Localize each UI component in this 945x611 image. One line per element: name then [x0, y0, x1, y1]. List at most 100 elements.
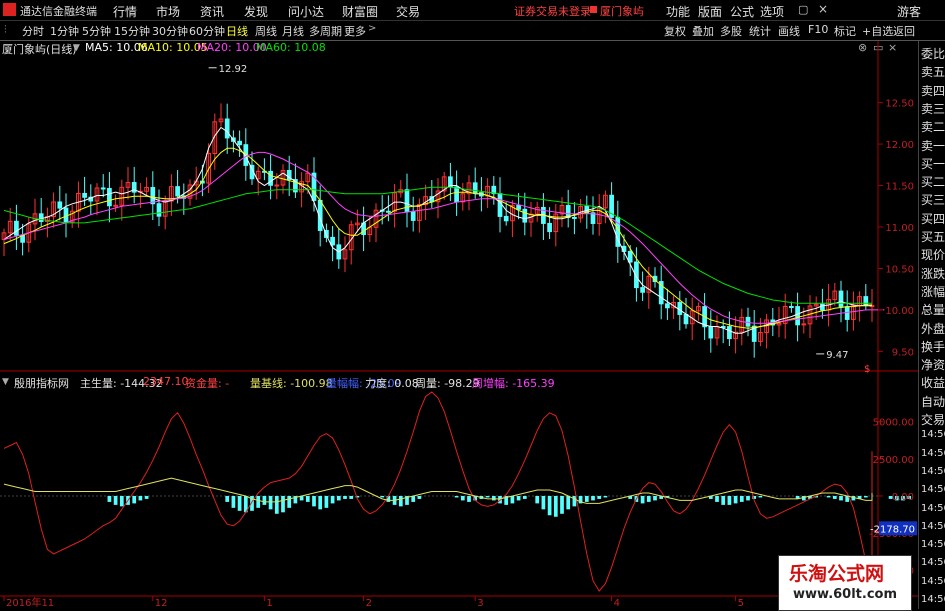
- volume-bar: [485, 495, 490, 498]
- volume-bar: [863, 495, 868, 498]
- chart-canvas[interactable]: 12.929.47$ 12.5012.0011.5011.0010.5010.0…: [0, 0, 918, 609]
- volume-bar: [454, 495, 459, 498]
- volume-bar: [572, 495, 577, 507]
- candle-body: [107, 187, 112, 207]
- side-item[interactable]: 总量: [921, 301, 945, 318]
- side-item[interactable]: 卖一: [921, 137, 945, 154]
- side-item[interactable]: 14:56: [921, 448, 945, 459]
- candle-body: [503, 215, 509, 222]
- candlestick-chart: 12.92 9.47 $: [1, 64, 885, 375]
- side-item[interactable]: 净资: [921, 356, 945, 373]
- side-item[interactable]: 委比: [921, 45, 945, 62]
- side-item[interactable]: 14:56: [921, 429, 945, 440]
- x-tick-label: 2: [366, 598, 372, 609]
- candle-body: [175, 186, 180, 197]
- quote-side-panel: 委比 卖五卖四 卖三 卖二卖一 买一 买二 买三买四 买五 现价涨跌 涨幅 总量外盘 换手 净资 收益自动…: [918, 41, 945, 609]
- volume-bar: [225, 495, 230, 502]
- side-item[interactable]: 买一: [921, 155, 945, 172]
- side-item[interactable]: 买五: [921, 228, 945, 245]
- candle-body: [410, 210, 416, 221]
- x-tick-label: 1: [266, 598, 272, 609]
- volume-bar: [721, 495, 726, 505]
- volume-bar: [715, 495, 719, 502]
- side-item[interactable]: 收益: [921, 374, 945, 391]
- side-item[interactable]: 卖二: [921, 118, 945, 135]
- candle-body: [156, 203, 162, 217]
- volume-bar: [603, 495, 608, 498]
- side-item[interactable]: 14:56: [921, 466, 945, 477]
- volume-bar: [330, 495, 335, 504]
- side-item[interactable]: 现价: [921, 246, 945, 263]
- candle-body: [268, 170, 273, 186]
- volume-bar: [262, 495, 267, 505]
- candle-body: [640, 287, 645, 293]
- candle-body: [454, 186, 459, 203]
- side-item[interactable]: 买四: [921, 210, 945, 227]
- side-item[interactable]: 卖四: [921, 82, 945, 99]
- candle-body: [516, 205, 521, 210]
- volume-bar: [597, 495, 602, 499]
- side-item[interactable]: 换手: [921, 338, 945, 355]
- ma-line-ma5: [3, 126, 872, 334]
- candle-body: [63, 207, 69, 223]
- volume-bar: [516, 495, 521, 501]
- side-item[interactable]: 交易: [921, 411, 945, 428]
- watermark-url: www.60lt.com: [793, 587, 898, 602]
- volume-bar: [287, 495, 292, 508]
- candle-body: [150, 187, 156, 205]
- candle-body: [665, 303, 670, 309]
- side-item[interactable]: 卖五: [921, 63, 945, 80]
- candle-body: [820, 303, 825, 311]
- volume-bar: [733, 495, 738, 504]
- side-item[interactable]: 涨跌: [921, 265, 945, 282]
- y-tick-label: 5000.00: [873, 418, 914, 429]
- volume-bar: [460, 495, 465, 501]
- volume-bar: [231, 495, 236, 508]
- candle-body: [590, 212, 596, 224]
- volume-bar: [107, 495, 112, 502]
- candle-body: [224, 118, 230, 139]
- y-tick-label: 11.50: [885, 182, 914, 193]
- side-item[interactable]: 14:56: [921, 557, 945, 568]
- side-item[interactable]: 自动: [921, 393, 945, 410]
- volume-bar: [535, 495, 540, 504]
- candle-body: [404, 189, 410, 212]
- candle-body: [708, 326, 714, 339]
- volume-bar: [318, 495, 323, 510]
- volume-bar: [839, 495, 843, 501]
- volume-bar: [119, 495, 124, 507]
- side-item[interactable]: 涨幅: [921, 283, 945, 300]
- side-item[interactable]: 14:56: [921, 539, 945, 550]
- candle-body: [274, 184, 280, 187]
- side-item[interactable]: 买二: [921, 173, 945, 190]
- side-item[interactable]: 卖三: [921, 100, 945, 117]
- volume-bar: [832, 495, 837, 499]
- candle-body: [386, 210, 391, 213]
- x-tick-label: 12: [155, 598, 168, 609]
- volume-bar: [312, 495, 316, 507]
- volume-bar: [132, 495, 137, 504]
- side-item[interactable]: 14:56: [921, 484, 945, 495]
- side-item[interactable]: 买三: [921, 191, 945, 208]
- volume-bar: [646, 495, 651, 502]
- volume-bar: [380, 495, 385, 498]
- side-item[interactable]: 外盘: [921, 320, 945, 337]
- volume-bar: [274, 495, 279, 514]
- volume-bar: [758, 495, 763, 498]
- volume-bar: [417, 495, 422, 499]
- side-item[interactable]: 14:56: [921, 521, 945, 532]
- volume-bar: [336, 495, 341, 501]
- x-tick-label: 5: [738, 598, 744, 609]
- side-item[interactable]: 14:56: [921, 594, 945, 605]
- volume-bar: [566, 495, 571, 510]
- volume-bar: [640, 495, 645, 504]
- side-item[interactable]: 14:56: [921, 576, 945, 587]
- candle-body: [57, 201, 63, 209]
- side-item[interactable]: 14:56: [921, 503, 945, 514]
- volume-bar: [591, 495, 595, 501]
- candle-body: [572, 216, 577, 219]
- volume-bar: [739, 495, 744, 502]
- volume-bar: [727, 495, 732, 505]
- candle-body: [522, 208, 528, 223]
- candle-body: [795, 306, 800, 326]
